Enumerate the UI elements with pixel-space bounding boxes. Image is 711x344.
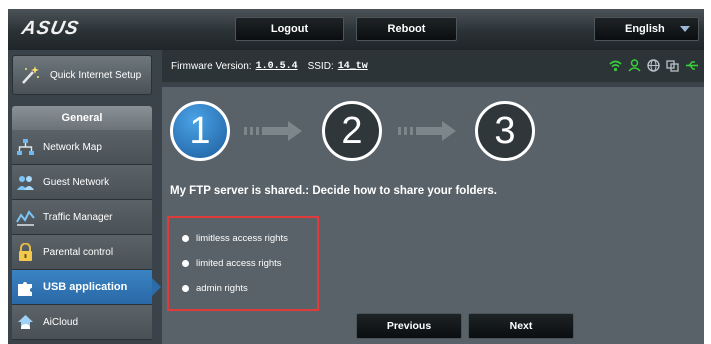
logout-button[interactable]: Logout	[235, 17, 344, 41]
arrow-right-icon	[398, 121, 456, 141]
top-bar: ASUS Logout Reboot English	[8, 9, 704, 50]
device-icon[interactable]	[666, 59, 679, 72]
ssid-label: SSID:	[307, 60, 334, 72]
sidebar-item-label: Traffic Manager	[43, 211, 113, 223]
option-limitless-access[interactable]: limitless access rights	[182, 233, 288, 244]
option-label: limitless access rights	[196, 233, 288, 244]
sidebar-item-label: AiCloud	[43, 316, 79, 328]
reboot-button[interactable]: Reboot	[356, 17, 457, 41]
sidebar-item-traffic-manager[interactable]: Traffic Manager	[12, 200, 152, 235]
lock-icon	[19, 242, 32, 261]
magic-wand-icon	[22, 66, 39, 84]
usb-icon[interactable]	[685, 59, 698, 72]
sidebar-item-label: Network Map	[43, 141, 102, 153]
step-1-indicator: 1	[170, 101, 230, 161]
option-label: limited access rights	[196, 258, 282, 269]
puzzle-icon	[18, 281, 32, 296]
user-icon[interactable]	[628, 59, 641, 72]
network-map-icon	[17, 138, 34, 155]
sidebar-item-usb-application[interactable]: USB application	[12, 270, 161, 305]
sidebar-item-parental-control[interactable]: Parental control	[12, 235, 152, 270]
wifi-icon[interactable]	[609, 59, 622, 72]
language-value: English	[625, 23, 665, 35]
quick-internet-setup-label: Quick Internet Setup	[50, 69, 142, 81]
quick-internet-setup-button[interactable]: Quick Internet Setup	[12, 55, 152, 95]
option-admin-rights[interactable]: admin rights	[182, 283, 248, 294]
traffic-manager-icon	[16, 209, 35, 226]
sidebar-item-network-map[interactable]: Network Map	[12, 130, 152, 165]
arrow-right-icon	[244, 121, 302, 141]
next-button[interactable]: Next	[468, 313, 574, 339]
sidebar-item-label: Guest Network	[43, 176, 110, 188]
globe-icon[interactable]	[647, 59, 660, 72]
language-select[interactable]: English	[594, 17, 699, 41]
sidebar-item-aicloud[interactable]: AiCloud	[12, 305, 152, 340]
radio-button[interactable]	[182, 285, 189, 292]
previous-button[interactable]: Previous	[356, 313, 462, 339]
wizard-heading: My FTP server is shared.: Decide how to …	[170, 185, 498, 197]
step-3-indicator: 3	[475, 101, 535, 161]
sidebar-menu: Network Map Guest Network Traffic Manage…	[12, 130, 161, 340]
sidebar-item-label: USB application	[43, 281, 128, 293]
firmware-version-link[interactable]: 1.0.5.4	[256, 61, 298, 72]
option-label: admin rights	[196, 283, 248, 294]
firmware-status-bar: Firmware Version: 1.0.5.4 SSID: 14_tw	[162, 50, 704, 82]
radio-button[interactable]	[182, 235, 189, 242]
wizard-panel: 1 2 3 My FTP server is shared.: Decide h…	[162, 87, 704, 344]
step-2-indicator: 2	[322, 101, 382, 161]
sidebar-item-guest-network[interactable]: Guest Network	[12, 165, 152, 200]
status-icons	[609, 59, 698, 72]
guest-network-icon	[17, 175, 34, 190]
router-admin-window: ASUS Logout Reboot English Quick Interne…	[8, 9, 704, 344]
general-section-header: General	[12, 106, 152, 130]
option-limited-access[interactable]: limited access rights	[182, 258, 282, 269]
access-rights-options: limitless access rights limited access r…	[167, 216, 319, 311]
ssid-value[interactable]: 14_tw	[338, 61, 368, 72]
radio-button[interactable]	[182, 260, 189, 267]
asus-logo: ASUS	[19, 18, 82, 39]
chevron-down-icon	[680, 26, 690, 32]
firmware-label: Firmware Version:	[171, 60, 252, 72]
cloud-icon	[18, 314, 33, 329]
sidebar-item-label: Parental control	[43, 246, 114, 258]
